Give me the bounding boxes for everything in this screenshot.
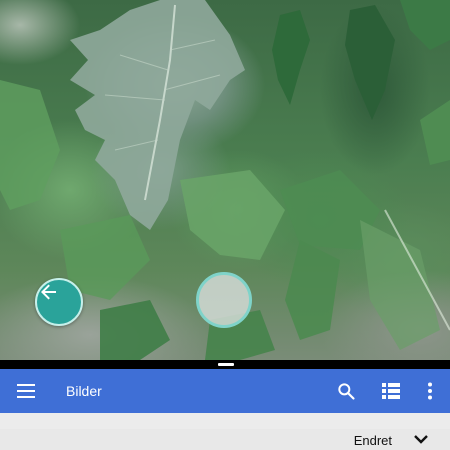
sort-label[interactable]: Endret [354,433,392,448]
arrow-left-icon [41,284,56,300]
list-view-icon [382,383,400,399]
chevron-down-icon[interactable] [412,432,430,448]
view-toggle-button[interactable] [377,377,405,405]
search-icon [338,383,355,400]
more-vert-icon [428,382,432,400]
drag-handle[interactable] [218,363,234,366]
app-bar: Bilder [0,369,450,413]
sort-bar[interactable]: Endret [0,429,450,450]
hamburger-menu-icon [17,384,35,398]
menu-button[interactable] [12,377,40,405]
split-handle-bar[interactable] [0,360,450,369]
shutter-button[interactable] [196,272,252,328]
search-button[interactable] [332,377,360,405]
more-options-button[interactable] [416,377,444,405]
camera-viewfinder [0,0,450,360]
page-title: Bilder [66,383,102,399]
section-divider [0,413,450,429]
back-button[interactable] [35,278,83,326]
